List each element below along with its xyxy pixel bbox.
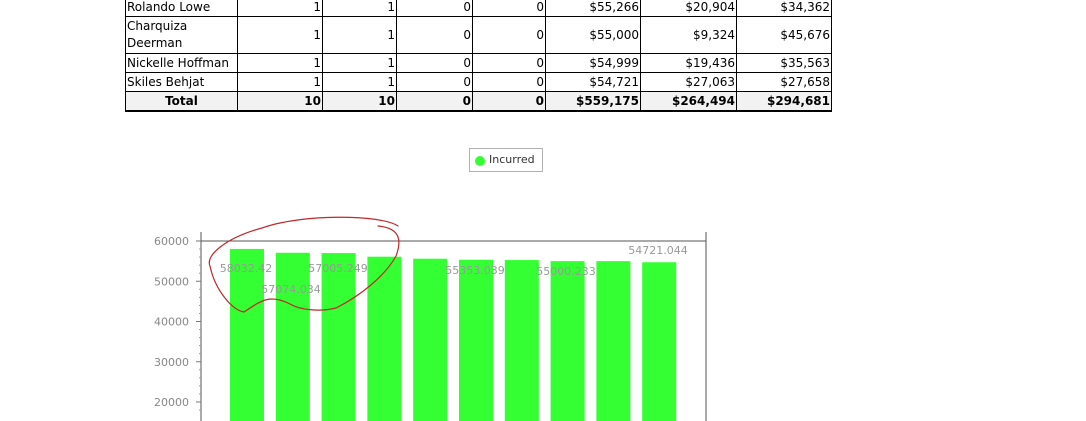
data-label: 57074.034 [261,283,321,296]
data-label: 57005.249 [308,262,368,275]
y-tick-label: 30000 [154,356,189,369]
bar [275,252,310,421]
y-tick-label: 60000 [154,235,189,248]
bar-chart: 60000 50000 40000 30000 20000 58032.42 57074.0… [154,216,707,421]
data-label: 55353.039 [445,264,505,277]
bar [367,256,402,421]
bar [321,253,356,421]
y-tick-label: 50000 [154,275,189,288]
data-label: 55000.233 [536,265,596,278]
bar [642,262,677,421]
data-label: 58032.42 [220,262,273,275]
bar [413,258,448,421]
plot-area: 60000 50000 40000 30000 20000 58032.42 57074.0… [154,231,707,421]
y-tick-label: 40000 [154,316,189,329]
bar [596,261,631,421]
bar [504,260,539,421]
y-tick-label: 20000 [154,396,189,409]
bar [459,259,493,421]
data-label: 54721.044 [628,244,688,257]
bar [550,261,585,421]
